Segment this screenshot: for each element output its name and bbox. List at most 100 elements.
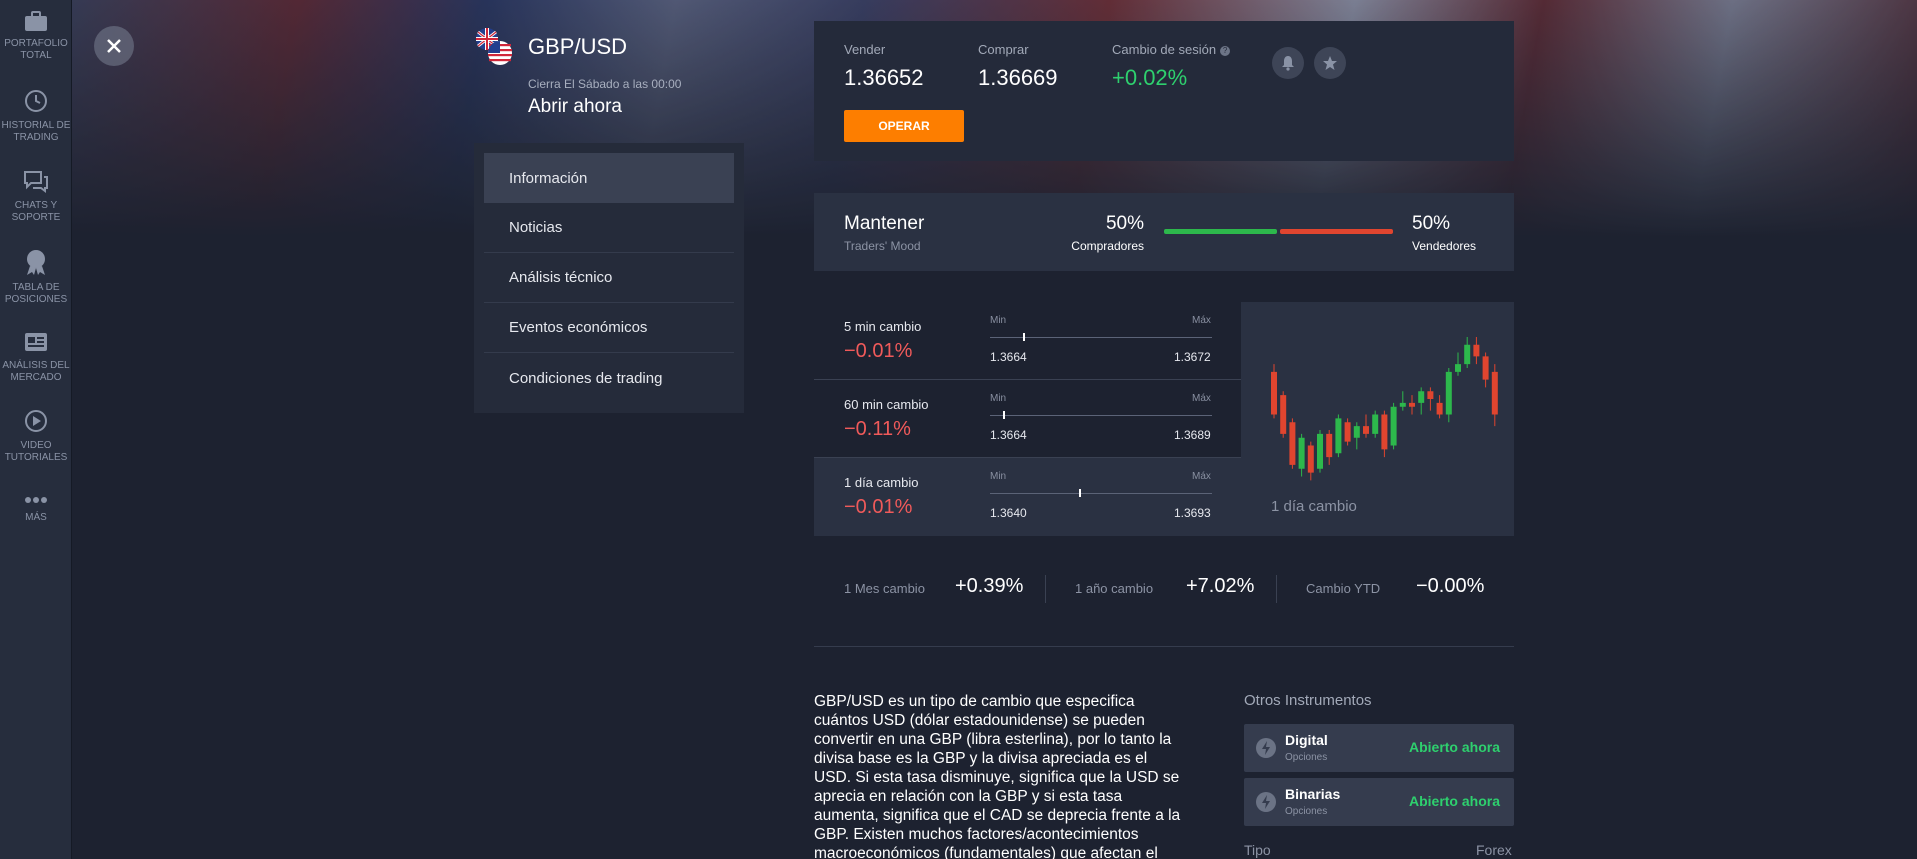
candle-body [1280, 395, 1287, 434]
instrument-type: Opciones [1285, 752, 1328, 763]
range-marker [1078, 489, 1081, 497]
type-value: Forex [1476, 842, 1512, 858]
tab-noticias[interactable]: Noticias [484, 203, 734, 253]
range-marker [1003, 411, 1006, 419]
min-label: Min [990, 393, 1007, 404]
candle-body [1353, 426, 1360, 438]
asset-description: GBP/USD es un tipo de cambio que especif… [814, 693, 1181, 859]
type-label: Tipo [1244, 842, 1271, 858]
change-row-5min[interactable]: 5 min cambio −0.01% Min Máx 1.3664 1.367… [814, 302, 1241, 380]
candle-body [1473, 344, 1480, 357]
mood-title: Mantener [844, 213, 925, 234]
stat-divider [1276, 575, 1277, 603]
candle-body [1344, 422, 1351, 442]
nav-item-market-analysis[interactable]: ANÁLISIS DEL MERCADO [0, 330, 72, 384]
candle-body [1418, 391, 1425, 403]
briefcase-icon [25, 11, 47, 31]
buy-label: Comprar [978, 42, 1029, 57]
range-line [990, 493, 1212, 494]
max-value: 1.3693 [1174, 506, 1211, 520]
other-instruments-title: Otros Instrumentos [1244, 692, 1372, 709]
candle-body [1326, 433, 1333, 458]
lightning-icon [1256, 738, 1276, 758]
candle-body [1427, 391, 1434, 399]
change-row-60min[interactable]: 60 min cambio −0.11% Min Máx 1.3664 1.36… [814, 380, 1241, 458]
stat-value: +0.39% [955, 575, 1024, 597]
max-label: Máx [1192, 471, 1211, 482]
left-sidebar: PORTAFOLIO TOTAL HISTORIAL DE TRADING CH… [0, 0, 72, 859]
session-change-label: Cambio de sesión? [1112, 42, 1231, 57]
range-marker [1023, 333, 1026, 341]
mood-subtitle: Traders' Mood [844, 239, 921, 253]
change-row-1day[interactable]: 1 día cambio −0.01% Min Máx 1.3640 1.369… [814, 458, 1241, 536]
sellers-percent: 50% [1412, 213, 1451, 234]
min-label: Min [990, 471, 1007, 482]
buyers-bar [1164, 229, 1277, 234]
traders-mood-card: Mantener Traders' Mood 50% Compradores 5… [814, 193, 1514, 271]
history-icon [25, 90, 47, 112]
tab-analisis-tecnico[interactable]: Análisis técnico [484, 253, 734, 303]
nav-item-more[interactable]: MÁS [0, 494, 72, 524]
stat-value: −0.00% [1416, 575, 1485, 597]
instrument-binarias[interactable]: Binarias Opciones Abierto ahora [1244, 778, 1514, 826]
nav-item-trading-history[interactable]: HISTORIAL DE TRADING [0, 88, 72, 144]
instrument-type: Opciones [1285, 806, 1328, 817]
candle-body [1399, 402, 1406, 407]
instrument-status: Abierto ahora [1408, 739, 1500, 755]
star-icon [1323, 56, 1337, 70]
candle-body [1372, 414, 1379, 434]
nav-item-leaderboard[interactable]: TABLA DE POSICIONES [0, 248, 72, 306]
play-icon [25, 410, 47, 432]
candle-body [1482, 356, 1489, 380]
buyers-label: Compradores [1071, 239, 1144, 253]
range-line [990, 415, 1212, 416]
sell-price: 1.36652 [844, 65, 924, 90]
stat-label: 1 año cambio [1075, 581, 1154, 596]
candle-body [1464, 344, 1471, 365]
nav-label: CHATS Y SOPORTE [11, 200, 61, 223]
candlestick-chart: 1 día cambio [1241, 302, 1514, 536]
min-value: 1.3640 [990, 506, 1027, 520]
chat-icon [24, 171, 48, 193]
candle-body [1298, 437, 1305, 469]
tab-condiciones-de-trading[interactable]: Condiciones de trading [484, 353, 734, 403]
candle-body [1335, 418, 1342, 454]
stat-value: +7.02% [1186, 575, 1255, 597]
price-change-section: 5 min cambio −0.01% Min Máx 1.3664 1.367… [814, 302, 1514, 536]
candle-body [1455, 364, 1461, 372]
change-value: −0.11% [844, 418, 911, 440]
operate-button[interactable]: OPERAR [844, 110, 964, 142]
nav-label: TABLA DE POSICIONES [4, 282, 68, 305]
candle-body [1491, 371, 1498, 415]
instrument-name: Digital [1285, 732, 1328, 748]
favorite-button[interactable] [1314, 47, 1346, 79]
stat-label: Cambio YTD [1306, 581, 1381, 596]
candle-body [1271, 371, 1277, 415]
candle-chart-caption: 1 día cambio [1271, 498, 1357, 515]
candle-body [1363, 426, 1369, 434]
candle-body [1381, 414, 1388, 450]
sellers-label: Vendedores [1412, 239, 1477, 253]
nav-item-chats-support[interactable]: CHATS Y SOPORTE [0, 168, 72, 224]
instrument-digital[interactable]: Digital Opciones Abierto ahora [1244, 724, 1514, 772]
instrument-name: Binarias [1285, 786, 1341, 802]
tab-informacion[interactable]: Información [484, 153, 734, 203]
nav-item-video-tutorials[interactable]: VIDEO TUTORIALES [0, 408, 72, 464]
help-icon[interactable]: ? [1220, 46, 1231, 56]
award-icon [27, 250, 45, 275]
nav-label: ANÁLISIS DEL MERCADO [2, 360, 70, 383]
market-status: Abrir ahora [528, 96, 622, 117]
min-label: Min [990, 315, 1007, 326]
close-button[interactable] [94, 26, 134, 66]
alert-button[interactable] [1272, 47, 1304, 79]
stat-divider [1045, 575, 1046, 603]
max-label: Máx [1192, 393, 1211, 404]
tab-eventos-economicos[interactable]: Eventos económicos [484, 303, 734, 353]
nav-item-portfolio[interactable]: PORTAFOLIO TOTAL [0, 10, 72, 62]
candle-body [1445, 371, 1452, 415]
stat-label: 1 Mes cambio [844, 581, 925, 596]
bell-icon [1282, 56, 1294, 71]
max-value: 1.3689 [1174, 428, 1211, 442]
lightning-icon [1256, 792, 1276, 812]
nav-label: MÁS [25, 512, 47, 523]
